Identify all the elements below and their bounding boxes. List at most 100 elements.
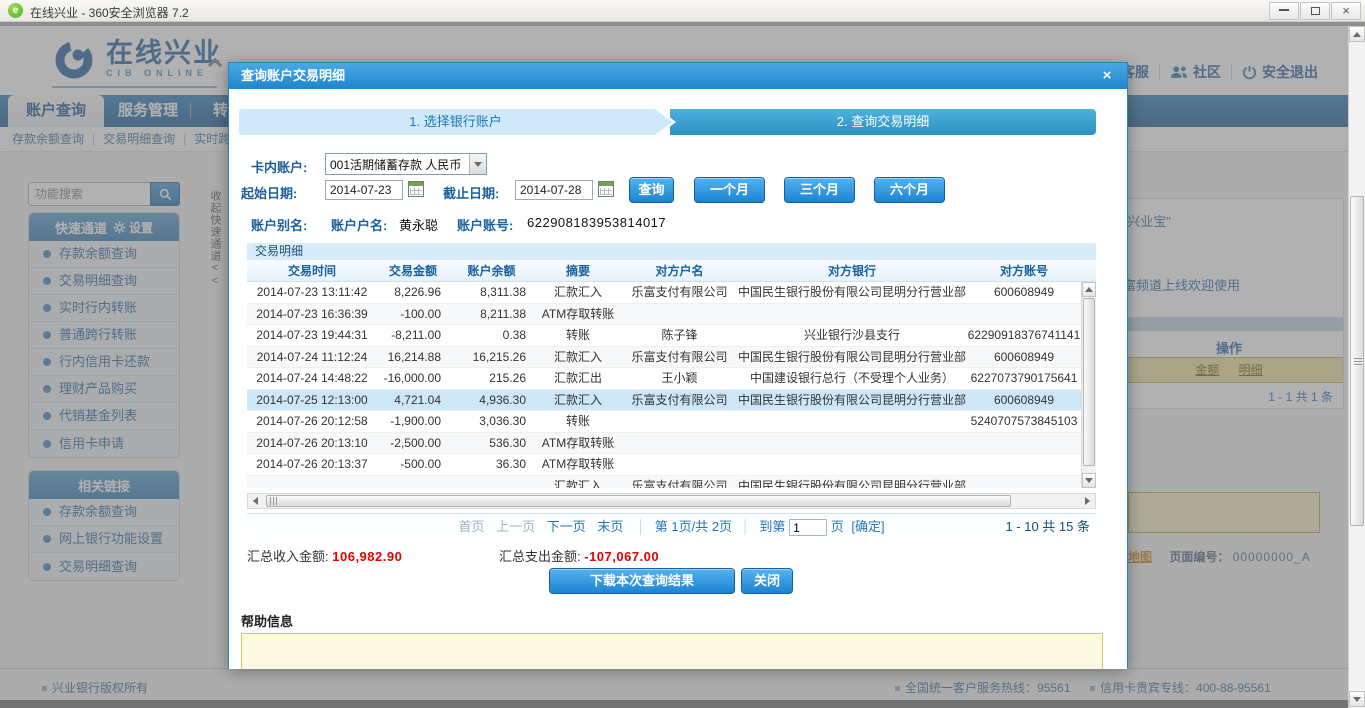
cell-bank: 中国民生银行股份有限公司昆明分行营业部 bbox=[737, 349, 966, 364]
maximize-button[interactable] bbox=[1300, 2, 1330, 20]
cell-summary: ATM存取转账 bbox=[541, 457, 615, 471]
dialog-titlebar: 查询账户交易明细 × bbox=[229, 63, 1127, 89]
cell-counterparty: 乐富支付有限公司 bbox=[631, 478, 728, 489]
help-title: 帮助信息 bbox=[241, 614, 294, 629]
browser-titlebar: e 在线兴业 - 360安全浏览器 7.2 × bbox=[0, 0, 1365, 22]
next-page-link[interactable]: 下一页 bbox=[547, 519, 586, 534]
close-dialog-button[interactable]: 关闭 bbox=[741, 568, 793, 594]
table-row[interactable]: 汇款汇入 乐富支付有限公司 中国民生银行股份有限公司昆明分行营业部 bbox=[247, 475, 1081, 489]
goto-page-input[interactable] bbox=[789, 519, 828, 537]
scroll-up-button[interactable] bbox=[1349, 26, 1365, 42]
table-scroll-down[interactable] bbox=[1082, 473, 1096, 488]
table-row[interactable]: 2014-07-25 12:13:00 4,721.04 4,936.30 汇款… bbox=[247, 389, 1081, 411]
start-date-input[interactable] bbox=[325, 180, 403, 200]
calendar-icon[interactable] bbox=[598, 181, 614, 197]
horizontal-scrollbar[interactable] bbox=[247, 493, 1096, 509]
cell-counterparty bbox=[622, 454, 737, 475]
calendar-icon[interactable] bbox=[408, 181, 424, 197]
cell-amount: -16,000.00 bbox=[383, 371, 441, 385]
cell-amount: 16,214.88 bbox=[387, 349, 441, 364]
prev-page-link[interactable]: 上一页 bbox=[496, 519, 535, 534]
income-value: 106,982.90 bbox=[332, 549, 403, 564]
cell-amount: -8,211.00 bbox=[391, 328, 441, 342]
dialog-title: 查询账户交易明细 bbox=[241, 68, 346, 83]
cell-time: 2014-07-24 14:48:22 bbox=[256, 371, 368, 385]
close-window-button[interactable]: × bbox=[1331, 2, 1361, 20]
alias-label: 账户别名: bbox=[251, 218, 308, 233]
scroll-left-button[interactable] bbox=[248, 494, 263, 508]
cell-time: 2014-07-25 12:13:00 bbox=[256, 392, 368, 407]
cell-bank bbox=[737, 304, 967, 325]
six-month-button[interactable]: 六个月 bbox=[874, 177, 945, 203]
scroll-down-button[interactable] bbox=[1349, 691, 1365, 707]
cell-account bbox=[967, 476, 1081, 489]
cell-balance bbox=[449, 476, 534, 489]
table-scroll-thumb[interactable] bbox=[1083, 298, 1095, 466]
table-section-title: 交易明细 bbox=[247, 243, 1096, 260]
help-box bbox=[241, 633, 1103, 669]
scroll-right-button[interactable] bbox=[1080, 494, 1095, 508]
table-row[interactable]: 2014-07-23 19:44:31 -8,211.00 0.38 转账 陈子… bbox=[247, 325, 1081, 347]
cell-time bbox=[247, 476, 377, 489]
cell-amount: -1,900.00 bbox=[390, 414, 441, 428]
account-select[interactable]: 001活期储蓄存款 人民币 bbox=[325, 153, 487, 175]
table-row[interactable]: 2014-07-26 20:12:58 -1,900.00 3,036.30 转… bbox=[247, 411, 1081, 433]
cell-time: 2014-07-26 20:13:37 bbox=[256, 457, 368, 471]
cell-bank: 中国民生银行股份有限公司昆明分行营业部 bbox=[737, 285, 966, 299]
income-label: 汇总收入金额: bbox=[247, 549, 329, 564]
account-select-label: 卡内账户: bbox=[251, 160, 308, 175]
cell-summary: 汇款汇出 bbox=[553, 371, 602, 385]
expense-value: -107,067.00 bbox=[584, 549, 660, 564]
account-number-label: 账户账号: bbox=[457, 218, 514, 233]
pagination: 首页 上一页 下一页 末页 │ 第 1页/共 2页 │ 到第 页 [确定] 1 … bbox=[247, 513, 1096, 539]
table-scroll-up[interactable] bbox=[1082, 282, 1096, 297]
minimize-button[interactable] bbox=[1269, 2, 1299, 20]
first-page-link[interactable]: 首页 bbox=[458, 519, 484, 534]
table-scrollbar[interactable] bbox=[1081, 282, 1096, 488]
table-row[interactable]: 2014-07-26 20:13:37 -500.00 36.30 ATM存取转… bbox=[247, 454, 1081, 476]
cell-counterparty bbox=[622, 433, 737, 454]
table-row[interactable]: 2014-07-26 20:13:10 -2,500.00 536.30 ATM… bbox=[247, 432, 1081, 454]
vertical-scrollbar[interactable] bbox=[1348, 26, 1365, 708]
column-header: 交易金额 bbox=[388, 264, 437, 278]
goto-label: 到第 bbox=[759, 519, 786, 534]
browser-title: 在线兴业 - 360安全浏览器 7.2 bbox=[30, 6, 189, 20]
cell-summary: 转账 bbox=[565, 328, 590, 342]
cell-bank bbox=[737, 433, 967, 454]
table-row[interactable]: 2014-07-24 11:12:24 16,214.88 16,215.26 … bbox=[247, 346, 1081, 368]
end-date-input[interactable] bbox=[515, 180, 593, 200]
query-button[interactable]: 查询 bbox=[629, 177, 674, 203]
cell-time: 2014-07-23 16:36:39 bbox=[256, 306, 368, 321]
dialog-close-icon[interactable]: × bbox=[1097, 63, 1117, 89]
cell-bank: 中国民生银行股份有限公司昆明分行营业部 bbox=[737, 478, 966, 489]
goto-confirm-link[interactable]: [确定] bbox=[851, 519, 884, 534]
cell-time: 2014-07-26 20:12:58 bbox=[256, 414, 368, 428]
holder-value: 黄永聪 bbox=[399, 218, 439, 233]
start-date-label: 起始日期: bbox=[241, 186, 298, 201]
window-border bbox=[0, 22, 1365, 26]
cell-balance: 0.38 bbox=[502, 328, 526, 342]
cell-time: 2014-07-23 13:11:42 bbox=[256, 285, 368, 299]
page-info: 第 1页/共 2页 bbox=[654, 519, 733, 534]
last-page-link[interactable]: 末页 bbox=[597, 519, 623, 534]
table-body: 2014-07-23 13:11:42 8,226.96 8,311.38 汇款… bbox=[247, 282, 1096, 488]
cell-balance: 16,215.26 bbox=[472, 349, 526, 364]
cell-time: 2014-07-23 19:44:31 bbox=[256, 328, 368, 342]
table-row[interactable]: 2014-07-23 16:36:39 -100.00 8,211.38 ATM… bbox=[247, 303, 1081, 325]
three-month-button[interactable]: 三个月 bbox=[784, 177, 855, 203]
cell-account: 62290918376741141 bbox=[967, 328, 1081, 342]
scrollbar-thumb[interactable] bbox=[1350, 196, 1364, 526]
cell-balance: 4,936.30 bbox=[479, 392, 526, 407]
cell-summary: ATM存取转账 bbox=[541, 306, 615, 321]
column-header: 摘要 bbox=[565, 264, 590, 278]
one-month-button[interactable]: 一个月 bbox=[694, 177, 765, 203]
download-results-button[interactable]: 下载本次查询结果 bbox=[549, 568, 735, 594]
h-scroll-thumb[interactable] bbox=[266, 495, 1011, 507]
cell-counterparty: 乐富支付有限公司 bbox=[631, 349, 728, 364]
expense-label: 汇总支出金额: bbox=[499, 549, 581, 564]
table-row[interactable]: 2014-07-24 14:48:22 -16,000.00 215.26 汇款… bbox=[247, 368, 1081, 390]
cell-balance: 536.30 bbox=[489, 435, 526, 450]
table-row[interactable]: 2014-07-23 13:11:42 8,226.96 8,311.38 汇款… bbox=[247, 282, 1081, 304]
cell-balance: 3,036.30 bbox=[479, 414, 526, 428]
cell-counterparty: 乐富支付有限公司 bbox=[631, 392, 728, 407]
